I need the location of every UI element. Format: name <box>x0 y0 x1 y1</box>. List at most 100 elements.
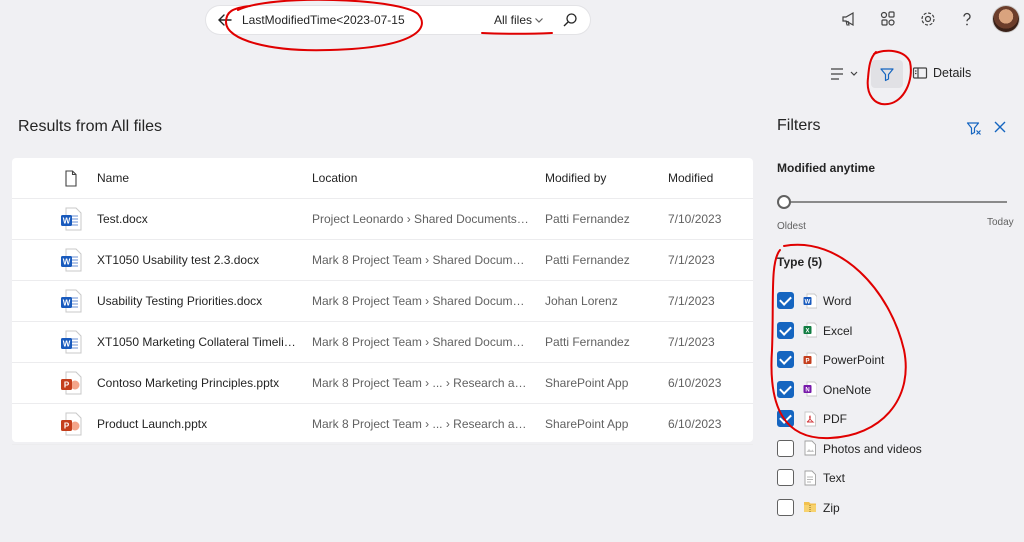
file-modified-date: 7/1/2023 <box>668 253 715 267</box>
powerpoint-icon: P <box>803 352 818 368</box>
table-row[interactable]: W Usability Testing Priorities.docx Mark 8… <box>12 281 753 322</box>
file-modified-by: Patti Fernandez <box>545 335 630 349</box>
results-table: Name Location Modified by Modified W Test… <box>12 158 753 445</box>
checkbox-photos-and-videos[interactable] <box>777 439 794 457</box>
zip-folder-icon <box>803 499 817 515</box>
svg-text:P: P <box>64 422 70 431</box>
close-icon[interactable] <box>993 120 1007 134</box>
clear-filter-icon[interactable] <box>966 120 982 136</box>
checkbox-text[interactable] <box>777 469 794 486</box>
file-modified-date: 6/10/2023 <box>668 417 722 431</box>
column-header-location[interactable]: Location <box>312 171 530 185</box>
file-name[interactable]: XT1050 Marketing Collateral Timeline... <box>97 335 302 349</box>
file-name[interactable]: Test.docx <box>97 212 302 226</box>
filter-option-label[interactable]: Text <box>823 471 845 485</box>
details-pane-icon <box>912 67 928 79</box>
filters-title: Filters <box>777 117 821 134</box>
word-file-icon: W <box>60 289 82 313</box>
filter-icon <box>880 68 894 82</box>
svg-text:N: N <box>805 387 809 393</box>
gear-icon[interactable] <box>919 10 937 28</box>
search-scope-dropdown[interactable]: All files <box>494 13 532 27</box>
word-file-icon: W <box>60 248 82 272</box>
file-name[interactable]: Product Launch.pptx <box>97 417 302 431</box>
table-row[interactable]: W Test.docx Project Leonardo › Shared Docu… <box>12 199 753 240</box>
file-modified-by: SharePoint App <box>545 376 629 390</box>
pdf-icon <box>803 411 817 427</box>
search-query[interactable]: LastModifiedTime<2023-07-15 <box>242 13 405 27</box>
file-name[interactable]: XT1050 Usability test 2.3.docx <box>97 253 302 267</box>
svg-text:P: P <box>64 381 70 390</box>
help-icon[interactable] <box>958 10 976 28</box>
column-header-modified-by[interactable]: Modified by <box>545 171 655 185</box>
file-modified-by: Johan Lorenz <box>545 294 618 308</box>
filter-option-label[interactable]: PDF <box>823 412 847 426</box>
file-name[interactable]: Usability Testing Priorities.docx <box>97 294 302 308</box>
file-location: Mark 8 Project Team › Shared Documents..… <box>312 294 530 308</box>
checkbox-excel[interactable] <box>777 321 794 339</box>
word-icon: W <box>803 293 818 309</box>
search-icon[interactable] <box>562 12 578 28</box>
file-modified-date: 7/1/2023 <box>668 335 715 349</box>
powerpoint-file-icon: P <box>60 412 82 436</box>
checkbox-zip[interactable] <box>777 498 794 516</box>
table-row[interactable]: W XT1050 Usability test 2.3.docx Mark 8 Pr… <box>12 240 753 281</box>
file-location: Mark 8 Project Team › Shared Documents..… <box>312 253 530 267</box>
view-options-button[interactable] <box>828 64 864 84</box>
results-title: Results from All files <box>18 118 163 135</box>
file-location: Mark 8 Project Team › ... › Research and… <box>312 376 530 390</box>
checkbox-powerpoint[interactable] <box>777 351 794 368</box>
filter-option-label[interactable]: Excel <box>823 324 852 338</box>
modified-slider-thumb[interactable] <box>777 195 791 209</box>
filter-option-label[interactable]: PowerPoint <box>823 353 884 367</box>
checkbox-pdf[interactable] <box>777 410 794 427</box>
file-type-icon <box>65 170 77 187</box>
user-avatar[interactable] <box>993 6 1019 32</box>
filter-option-label[interactable]: OneNote <box>823 383 871 397</box>
file-modified-by: Patti Fernandez <box>545 253 630 267</box>
table-row[interactable]: P Contoso Marketing Principles.pptx Mark 8… <box>12 363 753 404</box>
word-file-icon: W <box>60 330 82 354</box>
modified-filter-label: Modified anytime <box>777 161 876 175</box>
search-box[interactable]: LastModifiedTime<2023-07-15 All files <box>206 6 590 34</box>
onenote-icon: N <box>803 381 818 397</box>
file-name[interactable]: Contoso Marketing Principles.pptx <box>97 376 302 390</box>
text-file-icon <box>803 470 817 486</box>
slider-max-label: Today <box>987 217 1014 228</box>
column-header-modified[interactable]: Modified <box>668 171 748 185</box>
column-header-name[interactable]: Name <box>97 171 302 185</box>
svg-text:W: W <box>63 258 71 267</box>
chevron-down-icon[interactable] <box>534 15 544 25</box>
svg-text:W: W <box>805 299 811 305</box>
file-modified-by: SharePoint App <box>545 417 629 431</box>
file-modified-by: Patti Fernandez <box>545 212 630 226</box>
file-location: Mark 8 Project Team › Shared Documents..… <box>312 335 530 349</box>
svg-text:P: P <box>805 358 809 364</box>
checkbox-word[interactable] <box>777 292 794 309</box>
file-modified-date: 7/10/2023 <box>668 212 722 226</box>
file-location: Project Leonardo › Shared Documents ›... <box>312 212 530 226</box>
filter-option-label[interactable]: Word <box>823 294 851 308</box>
svg-text:X: X <box>805 328 809 334</box>
table-header: Name Location Modified by Modified <box>12 158 753 199</box>
svg-text:W: W <box>63 299 71 308</box>
app-launcher-icon[interactable] <box>879 10 897 28</box>
type-filter-label: Type (5) <box>777 255 823 269</box>
modified-slider-track[interactable] <box>784 201 1007 203</box>
file-modified-date: 6/10/2023 <box>668 376 722 390</box>
table-row[interactable]: W XT1050 Marketing Collateral Timeline...… <box>12 322 753 363</box>
svg-text:W: W <box>63 340 71 349</box>
details-label: Details <box>933 66 972 80</box>
table-row[interactable]: P Product Launch.pptx Mark 8 Project Team … <box>12 404 753 445</box>
filter-option-label[interactable]: Zip <box>823 501 840 515</box>
megaphone-icon[interactable] <box>840 10 858 28</box>
file-location: Mark 8 Project Team › ... › Research and… <box>312 417 530 431</box>
filter-option-label[interactable]: Photos and videos <box>823 442 922 456</box>
filter-button[interactable] <box>871 60 903 88</box>
svg-text:W: W <box>63 217 71 226</box>
back-arrow-icon[interactable] <box>216 11 234 29</box>
powerpoint-file-icon: P <box>60 371 82 395</box>
excel-icon: X <box>803 322 818 338</box>
list-view-icon <box>831 68 858 80</box>
checkbox-onenote[interactable] <box>777 380 794 398</box>
